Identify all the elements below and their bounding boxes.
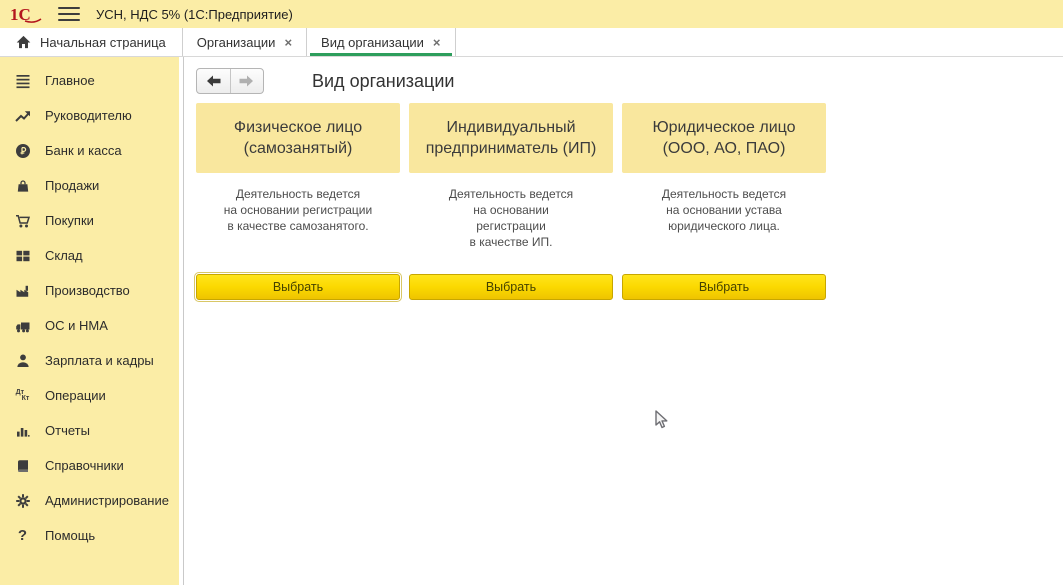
- choose-button-selfemployed[interactable]: Выбрать: [196, 274, 400, 300]
- tab-bar: Начальная страница Организации × Вид орг…: [0, 28, 1063, 57]
- history-nav: [196, 68, 264, 94]
- sidebar-item-label: Зарплата и кадры: [45, 353, 154, 368]
- nav-row: Вид организации: [196, 68, 1063, 94]
- sidebar-item-label: Справочники: [45, 458, 124, 473]
- sidebar-item-label: Продажи: [45, 178, 99, 193]
- 1c-logo: 1С: [10, 4, 44, 24]
- sidebar-item-rukovoditelyu[interactable]: Руководителю: [0, 98, 179, 133]
- close-icon[interactable]: ×: [433, 36, 441, 49]
- sidebar-item-os-nma[interactable]: ОС и НМА: [0, 308, 179, 343]
- choose-button-ip[interactable]: Выбрать: [409, 274, 613, 300]
- choose-button-legal[interactable]: Выбрать: [622, 274, 826, 300]
- tab-label: Вид организации: [321, 35, 424, 50]
- sidebar-item-bank-kassa[interactable]: Банк и касса: [0, 133, 179, 168]
- card-title: Юридическое лицо (ООО, АО, ПАО): [622, 103, 826, 173]
- sidebar-item-operacii[interactable]: Дт Кт Операции: [0, 378, 179, 413]
- main-layout: Главное Руководителю Банк и касса: [0, 57, 1063, 585]
- window-title: УСН, НДС 5% (1С:Предприятие): [96, 7, 293, 22]
- sidebar-item-glavnoe[interactable]: Главное: [0, 63, 179, 98]
- card-title: Индивидуальный предприниматель (ИП): [409, 103, 613, 173]
- card-description: Деятельность ведется на основании регист…: [409, 173, 613, 274]
- card-legal-entity: Юридическое лицо (ООО, АО, ПАО) Деятельн…: [622, 103, 826, 300]
- tab-home[interactable]: Начальная страница: [0, 28, 183, 56]
- sidebar-item-label: ОС и НМА: [45, 318, 108, 333]
- sidebar-item-label: Производство: [45, 283, 130, 298]
- trend-up-icon: [14, 107, 31, 124]
- menu-lines-icon: [14, 72, 31, 89]
- sidebar-item-label: Банк и касса: [45, 143, 122, 158]
- sidebar: Главное Руководителю Банк и касса: [0, 57, 179, 585]
- shopping-bag-icon: [14, 177, 31, 194]
- close-icon[interactable]: ×: [284, 36, 292, 49]
- tab-organizations[interactable]: Организации ×: [183, 28, 307, 56]
- ruble-circle-icon: [14, 142, 31, 159]
- sidebar-item-pokupki[interactable]: Покупки: [0, 203, 179, 238]
- sidebar-item-label: Руководителю: [45, 108, 132, 123]
- sidebar-item-administrirovanie[interactable]: Администрирование: [0, 483, 179, 518]
- sidebar-item-proizvodstvo[interactable]: Производство: [0, 273, 179, 308]
- sidebar-item-prodazhi[interactable]: Продажи: [0, 168, 179, 203]
- sidebar-item-spravochniki[interactable]: Справочники: [0, 448, 179, 483]
- debit-credit-icon: Дт Кт: [14, 387, 31, 404]
- card-title: Физическое лицо (самозанятый): [196, 103, 400, 173]
- sidebar-item-sklad[interactable]: Склад: [0, 238, 179, 273]
- question-icon: ?: [14, 527, 31, 544]
- back-button[interactable]: [197, 69, 230, 93]
- sidebar-item-label: Помощь: [45, 528, 95, 543]
- sidebar-item-label: Операции: [45, 388, 106, 403]
- card-description: Деятельность ведется на основании устава…: [622, 173, 826, 274]
- person-icon: [14, 352, 31, 369]
- card-individual-selfemployed: Физическое лицо (самозанятый) Деятельнос…: [196, 103, 400, 300]
- topbar: 1С УСН, НДС 5% (1С:Предприятие): [0, 0, 1063, 28]
- sidebar-item-label: Администрирование: [45, 493, 169, 508]
- book-icon: [14, 457, 31, 474]
- sidebar-item-label: Главное: [45, 73, 95, 88]
- gear-icon: [14, 492, 31, 509]
- tab-home-label: Начальная страница: [40, 35, 166, 50]
- card-entrepreneur-ip: Индивидуальный предприниматель (ИП) Деят…: [409, 103, 613, 300]
- page-title: Вид организации: [312, 71, 454, 92]
- sidebar-item-zarplata-kadry[interactable]: Зарплата и кадры: [0, 343, 179, 378]
- card-description: Деятельность ведется на основании регист…: [196, 173, 400, 274]
- tab-organization-type[interactable]: Вид организации ×: [307, 28, 455, 56]
- home-icon: [16, 35, 31, 49]
- forward-button[interactable]: [230, 69, 264, 93]
- content-area: Вид организации Физическое лицо (самозан…: [183, 57, 1063, 585]
- factory-icon: [14, 282, 31, 299]
- sidebar-item-otchety[interactable]: Отчеты: [0, 413, 179, 448]
- bricks-icon: [14, 247, 31, 264]
- tab-label: Организации: [197, 35, 276, 50]
- bar-chart-icon: [14, 422, 31, 439]
- shopping-cart-icon: [14, 212, 31, 229]
- sidebar-item-label: Покупки: [45, 213, 94, 228]
- sidebar-item-pomosch[interactable]: ? Помощь: [0, 518, 179, 553]
- truck-icon: [14, 317, 31, 334]
- sidebar-item-label: Отчеты: [45, 423, 90, 438]
- sidebar-item-label: Склад: [45, 248, 83, 263]
- main-menu-icon[interactable]: [58, 7, 80, 21]
- org-type-cards: Физическое лицо (самозанятый) Деятельнос…: [196, 103, 1063, 300]
